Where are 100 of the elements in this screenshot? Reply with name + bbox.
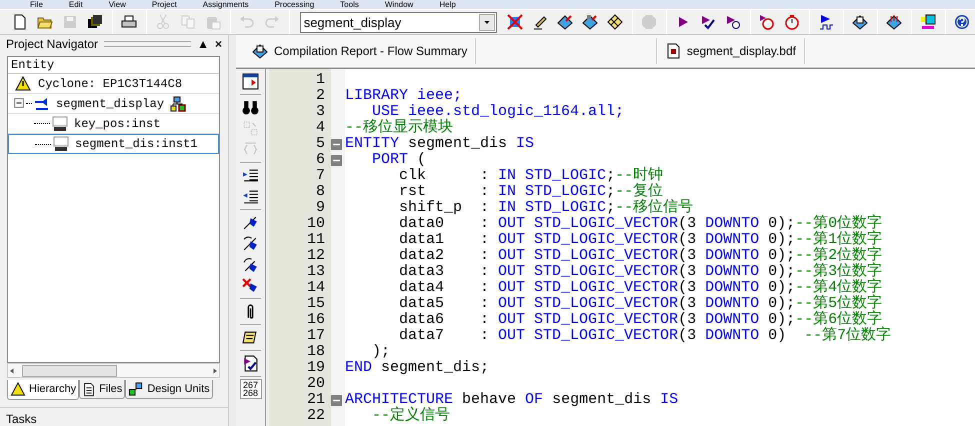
fold-icon[interactable]	[331, 154, 342, 166]
line-number: 21	[306, 392, 326, 408]
tree-item-label: key_pos:inst	[74, 116, 160, 132]
fold-icon[interactable]	[331, 138, 342, 150]
play-check-icon[interactable]	[700, 14, 716, 30]
line-number: 11	[306, 232, 326, 248]
edit-chip-icon[interactable]	[557, 14, 574, 30]
line-number: 3	[314, 104, 326, 120]
fold-icon[interactable]	[331, 394, 342, 406]
clear-bookmarks-icon[interactable]	[242, 277, 259, 294]
block-diagram-icon	[664, 43, 681, 59]
save-all-icon[interactable]	[86, 14, 103, 30]
code-line: USE ieee.std_logic_1164.all;	[372, 104, 626, 120]
pin-button[interactable]: ▲	[197, 34, 209, 52]
code-line: --移位显示模块	[345, 120, 454, 136]
programmer-icon[interactable]	[920, 14, 936, 30]
warning-icon	[14, 76, 32, 92]
tree-row[interactable]: segment_display	[8, 94, 219, 114]
code-line: PORT (	[371, 152, 428, 168]
code-line: END segment_dis;	[345, 360, 490, 376]
print-icon[interactable]	[120, 14, 137, 30]
column-header: Entity	[8, 57, 219, 74]
waveform-icon[interactable]	[818, 14, 834, 30]
panel-title: Project Navigator	[6, 36, 98, 52]
flag-stopwatch-icon[interactable]	[759, 14, 776, 30]
code-line: );	[371, 344, 392, 360]
flag-check-icon[interactable]	[242, 355, 259, 372]
scrollbar-thumb[interactable]	[22, 364, 117, 377]
panel-tab[interactable]: Design Units	[125, 380, 213, 399]
next-bookmark-icon[interactable]	[242, 235, 259, 252]
menu-item[interactable]: Window	[384, 0, 414, 9]
code-line: shift_p : IN STD_LOGIC;--移位信号	[398, 200, 694, 216]
scroll-icon[interactable]	[242, 329, 259, 346]
play-timer-icon[interactable]	[725, 14, 742, 30]
vhdl-file-icon	[53, 136, 69, 152]
tree-row[interactable]: key_pos:inst	[8, 114, 219, 134]
report-icon[interactable]	[852, 14, 868, 30]
scroll-left-icon[interactable]	[8, 366, 16, 375]
insert-template-icon[interactable]	[242, 73, 259, 90]
menu-item[interactable]: Processing	[274, 0, 314, 9]
code-line: --定义信号	[371, 408, 452, 424]
caret-icon[interactable]	[483, 18, 492, 26]
document-tab[interactable]: segment_display.bdf	[656, 38, 805, 64]
document-tab[interactable]: Compilation Report - Flow Summary	[244, 38, 476, 64]
horizontal-scrollbar[interactable]	[7, 363, 220, 378]
line-number: 17	[306, 328, 326, 344]
block-file-icon	[34, 96, 50, 112]
scroll-right-icon[interactable]	[211, 366, 219, 375]
close-button[interactable]: ×	[214, 34, 222, 52]
stopwatch-icon[interactable]	[784, 14, 800, 30]
code-line: data7 : OUT STD_LOGIC_VECTOR(3 DOWNTO 0) --第7位数字	[398, 328, 892, 344]
code-line: ARCHITECTURE behave OF segment_dis IS	[345, 392, 680, 408]
menu-item[interactable]: File	[30, 0, 43, 9]
line-number: 18	[306, 344, 326, 360]
menu-item[interactable]: Edit	[68, 0, 83, 9]
line-number: 7	[314, 168, 326, 184]
chip-icon[interactable]	[886, 14, 902, 30]
diamond-grid-icon[interactable]	[607, 14, 624, 30]
menu-item[interactable]: Assignments	[202, 0, 249, 9]
report-icon	[252, 43, 268, 59]
line-number: 22	[306, 408, 326, 424]
previous-bookmark-icon[interactable]	[242, 256, 259, 273]
line-number: 20	[306, 376, 326, 392]
line-number: 1	[314, 72, 326, 88]
hierarchy-icon	[170, 96, 186, 112]
tree-item-label: Cyclone: EP1C3T144C8	[38, 76, 182, 92]
binoculars-icon[interactable]	[242, 99, 259, 116]
line-number: 5	[314, 136, 326, 152]
line-number: 4	[314, 120, 326, 136]
menu-item[interactable]: Tools	[340, 0, 359, 9]
indent-icon[interactable]	[242, 167, 259, 184]
project-dropdown[interactable]: segment_display	[300, 12, 498, 32]
bookmark-icon[interactable]	[242, 214, 259, 231]
new-file-icon[interactable]	[12, 14, 28, 30]
code-line: LIBRARY ieee;	[345, 88, 464, 104]
line-number: 15	[306, 296, 326, 312]
panel-tab[interactable]: Files	[79, 380, 126, 399]
help-icon[interactable]	[954, 14, 970, 30]
panel-title: Tasks	[0, 407, 228, 426]
menu-item[interactable]: Project	[152, 0, 177, 9]
pencil-icon[interactable]	[532, 14, 548, 30]
code-line: rst : IN STD_LOGIC;--复位	[398, 184, 664, 200]
line-number: 2	[314, 88, 326, 104]
line-number: 8	[314, 184, 326, 200]
line-number: 6	[314, 152, 326, 168]
collapse-icon[interactable]	[14, 98, 24, 108]
warning-icon	[10, 382, 26, 397]
code-line: data6 : OUT STD_LOGIC_VECTOR(3 DOWNTO 0);--第6位数字	[398, 312, 882, 328]
tree-item-label: segment_display	[56, 96, 164, 112]
line-number: 19	[306, 360, 326, 376]
tree-row[interactable]: Cyclone: EP1C3T144C8	[8, 74, 219, 94]
panel-tab[interactable]: Hierarchy	[7, 380, 80, 400]
menu-item[interactable]: Help	[439, 0, 456, 9]
tree-row[interactable]: segment_dis:inst1	[8, 134, 219, 154]
line-number: 10	[306, 216, 326, 232]
edit-chip-icon[interactable]	[582, 14, 598, 30]
code-line: clk : IN STD_LOGIC;--时钟	[398, 168, 664, 184]
outdent-icon[interactable]	[242, 188, 259, 205]
menu-item[interactable]: View	[108, 0, 126, 9]
crossed-chip-icon[interactable]	[507, 14, 524, 30]
